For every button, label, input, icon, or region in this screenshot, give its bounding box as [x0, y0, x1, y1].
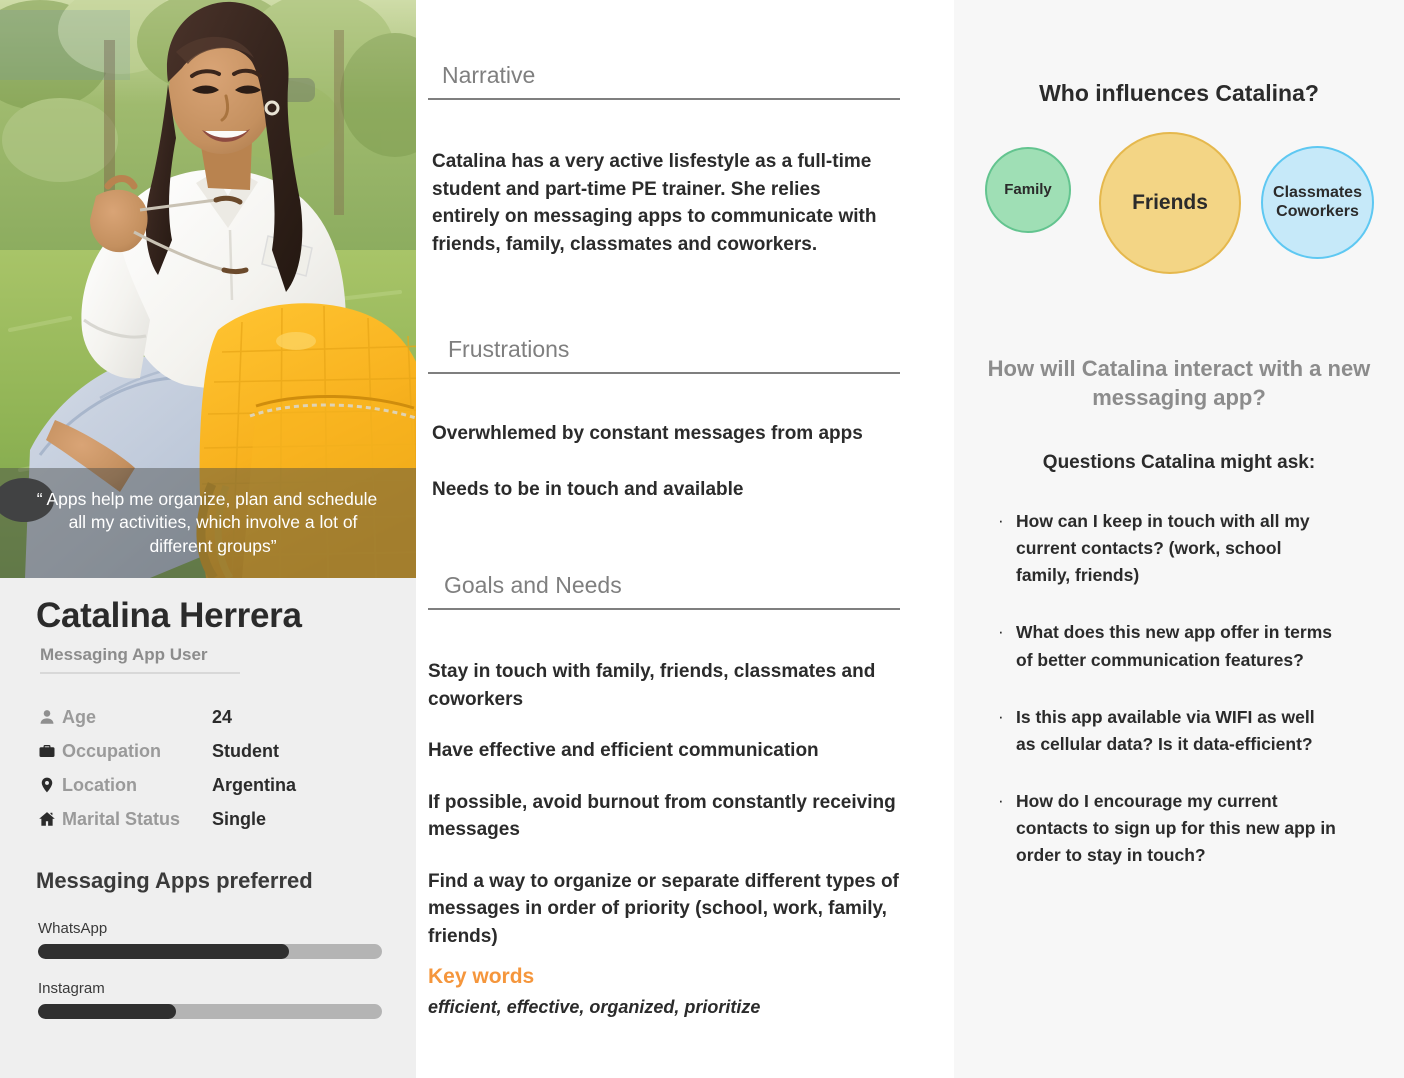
demographics-value: Argentina [212, 774, 297, 795]
persona-role: Messaging App User [40, 645, 240, 674]
bullet-icon: · [998, 622, 1004, 642]
question-text: How do I encourage my current contacts t… [1016, 790, 1336, 866]
demographics-value: 24 [212, 706, 233, 727]
table-row: Occupation Student [38, 734, 378, 768]
interaction-heading: How will Catalina interact with a new me… [987, 356, 1371, 410]
list-item: Find a way to organize or separate diffe… [428, 870, 899, 947]
list-item: Needs to be in touch and available [432, 478, 744, 500]
map-pin-icon [38, 774, 62, 796]
demographics-label: Location [62, 774, 137, 795]
keywords-list: efficient, effective, organized, priorit… [428, 997, 761, 1017]
list-item: Have effective and efficient communicati… [428, 740, 819, 762]
list-item: · What does this new app offer in terms … [998, 619, 1338, 673]
questions-title: Questions Catalina might ask: [1042, 452, 1316, 473]
app-preference-bar-fill [38, 1004, 176, 1019]
demographics-value: Single [212, 808, 267, 829]
influence-circle-friends: Friends [1099, 132, 1241, 274]
list-item: Overwhlemed by constant messages from ap… [432, 423, 863, 444]
person-icon [38, 706, 62, 728]
app-name: WhatsApp [38, 920, 108, 937]
persona-profile-panel: “ Apps help me organize, plan and schedu… [0, 0, 416, 1078]
narrative-text: Catalina has a very active lisfestyle as… [432, 151, 877, 255]
list-item: · How do I encourage my current contacts… [998, 788, 1338, 869]
persona-quote: “ Apps help me organize, plan and schedu… [36, 488, 378, 556]
persona-photo: “ Apps help me organize, plan and schedu… [0, 0, 416, 578]
persona-influences-panel: Who influences Catalina? Family Friends … [954, 0, 1404, 1078]
section-heading-narrative: Narrative [428, 62, 900, 100]
keywords-section: Key words efficient, effective, organize… [428, 965, 760, 1018]
goals-list: Stay in touch with family, friends, clas… [428, 658, 928, 950]
persona-document: “ Apps help me organize, plan and schedu… [0, 0, 1404, 1078]
list-item: · How can I keep in touch with all my cu… [998, 508, 1338, 589]
table-row: Marital Status Single [38, 802, 378, 836]
app-preference-bar [38, 1004, 382, 1019]
messaging-apps-title: Messaging Apps preferred [36, 868, 313, 893]
list-item: If possible, avoid burnout from constant… [428, 791, 896, 841]
frustrations-section: Frustrations Overwhlemed by constant mes… [428, 336, 928, 531]
section-heading-goals: Goals and Needs [428, 572, 900, 610]
list-item: · Is this app available via WIFI as well… [998, 704, 1338, 758]
demographics-list: Age 24 Occupation Student Location Argen… [38, 700, 378, 836]
frustrations-list: Overwhlemed by constant messages from ap… [428, 420, 928, 503]
influence-circle-label: Friends [1132, 190, 1208, 214]
persona-quote-band: “ Apps help me organize, plan and schedu… [0, 468, 416, 578]
list-item: Stay in touch with family, friends, clas… [428, 661, 876, 710]
influence-circle-classmates-coworkers: Classmates Coworkers [1261, 146, 1374, 259]
bullet-icon: · [998, 706, 1004, 726]
bullet-icon: · [998, 511, 1004, 530]
influences-title: Who influences Catalina? [1039, 80, 1319, 106]
bullet-icon: · [998, 790, 1004, 810]
influence-circle-label: Family [1004, 181, 1052, 199]
keywords-title: Key words [428, 965, 535, 988]
app-preference-bar [38, 944, 382, 959]
persona-details-panel: Narrative Catalina has a very active lis… [416, 0, 954, 1078]
demographics-value: Student [212, 740, 279, 761]
question-text: How can I keep in touch with all my curr… [1016, 511, 1310, 586]
table-row: Age 24 [38, 700, 378, 734]
demographics-label: Age [62, 706, 97, 727]
influence-circles: Family Friends Classmates Coworkers [954, 132, 1404, 292]
section-heading-frustrations: Frustrations [428, 336, 900, 374]
demographics-label: Marital Status [62, 808, 181, 829]
influence-circle-family: Family [985, 147, 1071, 233]
demographics-label: Occupation [62, 740, 162, 761]
questions-list: · How can I keep in touch with all my cu… [998, 508, 1338, 899]
app-preference-instagram: Instagram [38, 980, 382, 1019]
briefcase-icon [38, 740, 62, 762]
narrative-section: Narrative Catalina has a very active lis… [428, 62, 928, 258]
app-preference-whatsapp: WhatsApp [38, 920, 382, 959]
table-row: Location Argentina [38, 768, 378, 802]
question-text: Is this app available via WIFI as well a… [1016, 706, 1315, 754]
goals-section: Goals and Needs Stay in touch with famil… [428, 572, 928, 974]
app-name: Instagram [38, 980, 105, 997]
house-icon [38, 808, 62, 830]
app-preference-bar-fill [38, 944, 290, 959]
persona-name: Catalina Herrera [36, 596, 302, 635]
question-text: What does this new app offer in terms of… [1016, 622, 1333, 670]
influence-circle-label: Classmates Coworkers [1273, 183, 1362, 220]
